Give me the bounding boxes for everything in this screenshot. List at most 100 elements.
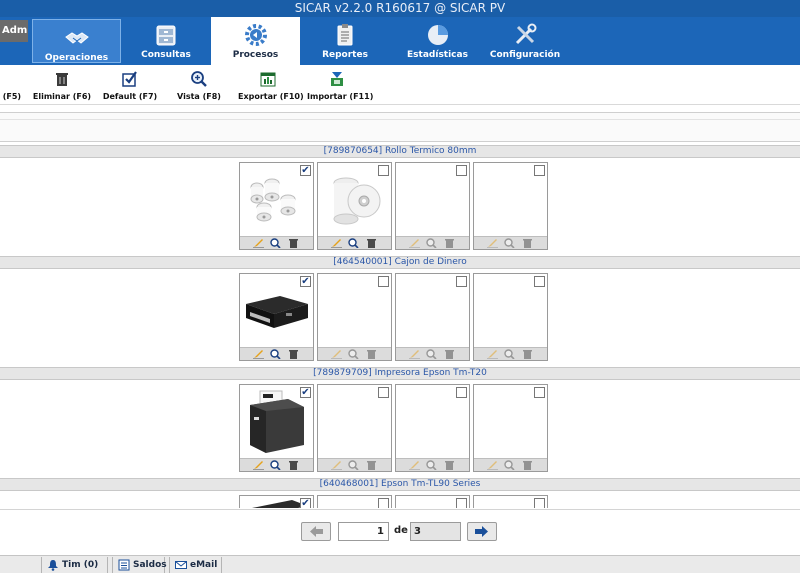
image-slot[interactable]: ✔ <box>239 495 314 508</box>
default-checkbox[interactable] <box>456 276 467 287</box>
trash-icon[interactable] <box>366 238 377 248</box>
import-button[interactable]: Importar (F11) <box>307 68 373 102</box>
default-checkbox[interactable]: ✔ <box>300 276 311 287</box>
trash-icon[interactable] <box>288 460 299 470</box>
default-checkbox[interactable] <box>456 498 467 508</box>
image-actions <box>240 458 313 471</box>
default-checkbox[interactable] <box>534 498 545 508</box>
trash-icon[interactable] <box>366 460 377 470</box>
default-checkbox[interactable] <box>456 165 467 176</box>
product-image-list[interactable]: [789870654] Rollo Termico 80mm ✔ [464540… <box>0 143 800 508</box>
arrow-left-icon <box>310 526 323 537</box>
page-of-label: de <box>394 525 408 536</box>
user-badge[interactable]: Admin <box>0 20 28 42</box>
edit-icon[interactable] <box>409 349 420 360</box>
edit-icon[interactable] <box>331 349 342 360</box>
export-icon <box>259 70 277 88</box>
tab-estadisticas[interactable]: Estadísticas <box>395 17 480 65</box>
notifications-status[interactable]: Tim (0) <box>41 557 108 573</box>
edit-icon[interactable] <box>331 460 342 471</box>
trash-icon[interactable] <box>444 349 455 359</box>
export-button[interactable]: Exportar (F10) <box>238 68 304 102</box>
zoom-icon[interactable] <box>348 238 359 249</box>
zoom-icon[interactable] <box>348 349 359 360</box>
default-checkbox[interactable] <box>378 165 389 176</box>
image-slot[interactable]: ✔ <box>239 384 314 472</box>
filter-divider <box>0 119 800 120</box>
delete-button[interactable]: Eliminar (F6) <box>33 68 91 102</box>
image-actions <box>474 458 547 471</box>
trash-icon[interactable] <box>288 349 299 359</box>
view-button[interactable]: Vista (F8) <box>177 68 221 102</box>
tab-procesos[interactable]: Procesos <box>211 17 300 65</box>
image-slot[interactable] <box>473 495 548 508</box>
edit-icon[interactable] <box>487 349 498 360</box>
trash-icon[interactable] <box>288 238 299 248</box>
default-checkbox[interactable] <box>456 387 467 398</box>
zoom-icon[interactable] <box>426 460 437 471</box>
zoom-icon[interactable] <box>270 349 281 360</box>
edit-icon[interactable] <box>331 238 342 249</box>
image-slot[interactable]: ✔ <box>239 273 314 361</box>
edit-icon[interactable] <box>409 238 420 249</box>
image-slot[interactable] <box>317 495 392 508</box>
next-page-button[interactable] <box>467 522 497 541</box>
trash-icon[interactable] <box>444 238 455 248</box>
page-number-input[interactable]: 1 <box>338 522 389 541</box>
image-slot[interactable] <box>317 162 392 250</box>
previous-page-button[interactable] <box>301 522 331 541</box>
tab-reportes[interactable]: Reportes <box>305 17 385 65</box>
window-title: SICAR v2.2.0 R160617 @ SICAR PV <box>0 0 800 17</box>
edit-icon[interactable] <box>253 349 264 360</box>
zoom-icon[interactable] <box>426 238 437 249</box>
edit-icon[interactable] <box>409 460 420 471</box>
edit-icon[interactable] <box>253 238 264 249</box>
zoom-icon[interactable] <box>504 349 515 360</box>
tab-label: Configuración <box>489 50 561 60</box>
image-slot[interactable] <box>395 495 470 508</box>
default-checkbox[interactable] <box>378 387 389 398</box>
image-slot[interactable] <box>473 384 548 472</box>
image-slot[interactable] <box>395 384 470 472</box>
default-checkbox[interactable] <box>378 498 389 508</box>
zoom-icon[interactable] <box>270 238 281 249</box>
image-slot[interactable] <box>473 162 548 250</box>
edit-icon[interactable] <box>253 460 264 471</box>
default-checkbox[interactable]: ✔ <box>300 387 311 398</box>
default-checkbox[interactable] <box>378 276 389 287</box>
tab-label: Procesos <box>232 50 279 60</box>
edit-icon[interactable] <box>487 460 498 471</box>
image-slot[interactable] <box>395 273 470 361</box>
handshake-icon <box>64 25 90 51</box>
default-checkbox[interactable]: ✔ <box>300 498 311 508</box>
edit-button[interactable]: r (F5) <box>0 68 21 102</box>
zoom-icon[interactable] <box>348 460 359 471</box>
zoom-icon[interactable] <box>426 349 437 360</box>
tab-operaciones[interactable]: Operaciones <box>32 19 121 63</box>
zoom-icon[interactable] <box>270 460 281 471</box>
trash-icon[interactable] <box>522 349 533 359</box>
default-checkbox[interactable] <box>534 387 545 398</box>
default-checkbox[interactable]: ✔ <box>300 165 311 176</box>
trash-icon[interactable] <box>366 349 377 359</box>
image-slot[interactable] <box>395 162 470 250</box>
image-slot[interactable] <box>317 384 392 472</box>
zoom-icon[interactable] <box>504 238 515 249</box>
zoom-icon[interactable] <box>504 460 515 471</box>
image-slot[interactable] <box>317 273 392 361</box>
edit-icon[interactable] <box>487 238 498 249</box>
tab-consultas[interactable]: Consultas <box>126 17 206 65</box>
search-bar[interactable] <box>0 112 800 142</box>
product-header: [464540001] Cajon de Dinero <box>0 256 800 269</box>
balances-status[interactable]: Saldos <box>112 557 167 573</box>
default-checkbox[interactable] <box>534 276 545 287</box>
trash-icon[interactable] <box>444 460 455 470</box>
image-slot[interactable]: ✔ <box>239 162 314 250</box>
trash-icon[interactable] <box>522 238 533 248</box>
tab-configuracion[interactable]: Configuración <box>485 17 565 65</box>
email-status[interactable]: eMail <box>169 557 222 573</box>
default-button[interactable]: Default (F7) <box>103 68 157 102</box>
trash-icon[interactable] <box>522 460 533 470</box>
default-checkbox[interactable] <box>534 165 545 176</box>
image-slot[interactable] <box>473 273 548 361</box>
